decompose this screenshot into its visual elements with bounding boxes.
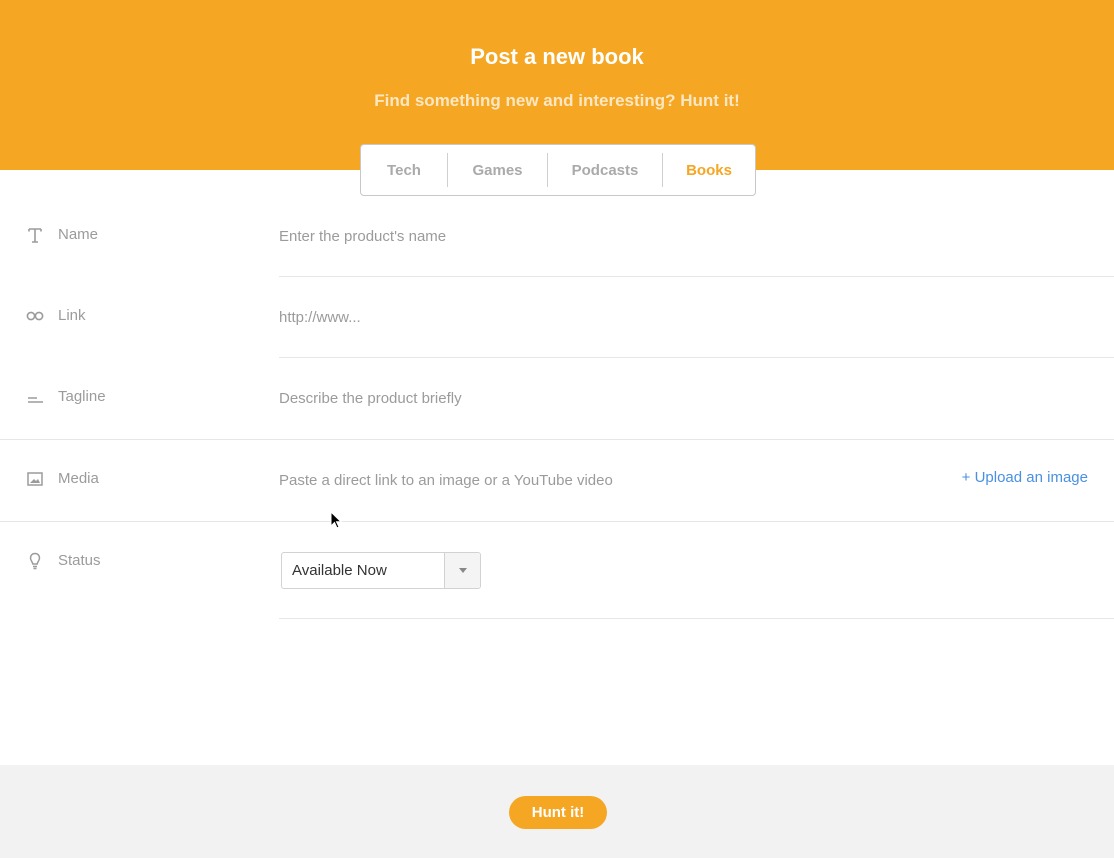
tagline-input[interactable] <box>279 386 939 410</box>
status-select[interactable]: Available Now <box>281 552 481 589</box>
footer: Hunt it! <box>0 765 1114 858</box>
name-label: Name <box>58 226 99 243</box>
tab-games[interactable]: Games <box>447 153 547 187</box>
tagline-label: Tagline <box>58 388 106 405</box>
link-icon <box>26 307 44 325</box>
link-label: Link <box>58 307 86 324</box>
lightbulb-icon <box>26 552 44 570</box>
tab-tech[interactable]: Tech <box>361 153 447 187</box>
divider <box>0 521 1114 522</box>
media-input[interactable] <box>279 468 939 492</box>
tagline-icon <box>26 388 44 406</box>
hunt-it-button[interactable]: Hunt it! <box>509 796 607 829</box>
link-input[interactable] <box>279 305 939 329</box>
media-label: Media <box>58 470 99 487</box>
tab-books[interactable]: Books <box>662 153 755 187</box>
status-selected-value: Available Now <box>292 562 387 579</box>
cursor-icon <box>330 511 342 529</box>
divider <box>279 276 1114 277</box>
page-subtitle: Find something new and interesting? Hunt… <box>374 91 740 110</box>
chevron-down-icon[interactable] <box>444 553 480 588</box>
divider <box>279 357 1114 358</box>
divider <box>279 618 1114 619</box>
divider <box>0 439 1114 440</box>
image-icon <box>26 470 44 488</box>
status-label: Status <box>58 552 101 569</box>
text-icon <box>26 226 44 244</box>
upload-image-link[interactable]: + Upload an image <box>962 469 1088 486</box>
name-input[interactable] <box>279 224 939 248</box>
page-title: Post a new book <box>470 44 644 69</box>
category-tabs: Tech Games Podcasts Books <box>360 144 756 196</box>
tab-podcasts[interactable]: Podcasts <box>547 153 662 187</box>
post-book-page: Post a new book Find something new and i… <box>0 0 1114 858</box>
